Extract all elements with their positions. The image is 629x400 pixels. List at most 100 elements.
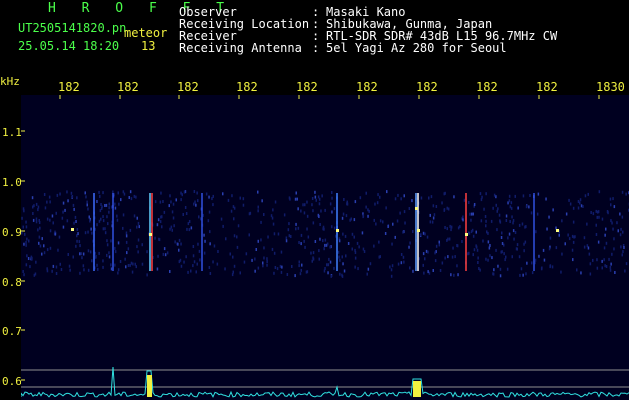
noise-speck xyxy=(470,212,473,216)
noise-speck xyxy=(479,268,481,272)
noise-speck xyxy=(354,256,357,260)
noise-speck xyxy=(482,239,484,243)
noise-speck xyxy=(116,214,118,218)
noise-speck xyxy=(508,232,511,236)
noise-speck xyxy=(31,257,33,261)
noise-speck xyxy=(451,255,454,259)
noise-speck xyxy=(232,205,235,209)
noise-speck xyxy=(480,219,483,223)
noise-speck xyxy=(431,220,434,224)
noise-speck xyxy=(180,242,182,246)
noise-speck xyxy=(71,195,74,198)
noise-speck xyxy=(242,197,245,201)
noise-speck xyxy=(583,245,586,249)
noise-speck xyxy=(497,264,499,268)
noise-speck xyxy=(137,250,139,254)
noise-speck xyxy=(397,262,400,266)
noise-speck xyxy=(432,216,435,220)
noise-speck xyxy=(129,228,132,232)
noise-speck xyxy=(342,212,345,216)
noise-speck xyxy=(507,236,509,240)
noise-speck xyxy=(48,195,51,199)
noise-speck xyxy=(122,226,124,230)
noise-speck xyxy=(266,263,268,267)
noise-speck xyxy=(301,263,303,267)
noise-speck xyxy=(311,197,314,200)
noise-speck xyxy=(25,225,28,229)
noise-speck xyxy=(55,211,57,215)
noise-speck xyxy=(595,209,597,213)
noise-speck xyxy=(324,243,326,247)
noise-speck xyxy=(261,199,263,203)
noise-speck xyxy=(233,217,235,221)
noise-speck xyxy=(565,212,568,216)
noise-speck xyxy=(603,258,605,262)
noise-speck xyxy=(424,232,426,236)
noise-speck xyxy=(295,222,297,226)
noise-speck xyxy=(32,212,34,215)
noise-speck xyxy=(478,267,480,270)
spectrogram-plot xyxy=(21,95,629,400)
noise-speck xyxy=(614,271,616,274)
noise-speck xyxy=(454,255,456,259)
noise-speck xyxy=(377,193,379,197)
noise-speck xyxy=(136,245,138,249)
noise-speck xyxy=(118,202,120,206)
peak-marker xyxy=(413,381,421,397)
noise-speck xyxy=(529,194,531,197)
noise-speck xyxy=(450,225,453,229)
noise-speck xyxy=(472,234,475,238)
noise-speck xyxy=(184,206,187,209)
x-tick-label: 182 xyxy=(177,80,199,94)
noise-speck xyxy=(114,263,116,267)
noise-speck xyxy=(323,227,325,231)
noise-speck xyxy=(362,214,365,218)
noise-speck xyxy=(74,215,77,219)
noise-speck xyxy=(511,215,513,219)
noise-speck xyxy=(21,231,23,235)
noise-speck xyxy=(434,251,436,255)
noise-speck xyxy=(384,232,387,235)
noise-speck xyxy=(621,190,624,194)
noise-speck xyxy=(498,213,501,217)
noise-speck xyxy=(402,255,405,259)
noise-speck xyxy=(146,273,148,277)
noise-speck xyxy=(320,209,322,213)
noise-speck xyxy=(49,229,52,233)
noise-speck xyxy=(287,228,290,232)
noise-speck xyxy=(33,204,35,208)
noise-speck xyxy=(567,233,569,237)
noise-speck xyxy=(157,254,159,258)
noise-speck xyxy=(616,221,618,225)
noise-speck xyxy=(172,216,175,220)
noise-speck xyxy=(367,214,369,218)
noise-speck xyxy=(290,235,292,238)
noise-speck xyxy=(621,215,624,219)
noise-speck xyxy=(328,257,330,261)
noise-speck xyxy=(485,224,487,228)
noise-speck xyxy=(99,194,101,198)
noise-speck xyxy=(435,205,438,208)
noise-speck xyxy=(329,260,332,264)
noise-speck xyxy=(104,227,106,231)
noise-speck xyxy=(501,242,504,245)
noise-speck xyxy=(159,200,162,204)
noise-speck xyxy=(501,231,503,235)
noise-speck xyxy=(531,261,533,265)
noise-speck xyxy=(130,261,133,265)
noise-speck xyxy=(403,260,405,264)
noise-speck xyxy=(580,204,583,208)
noise-speck xyxy=(568,237,571,241)
noise-speck xyxy=(175,198,177,202)
noise-speck xyxy=(422,263,424,267)
noise-speck xyxy=(321,194,323,198)
noise-speck xyxy=(428,196,430,200)
noise-speck xyxy=(298,241,300,244)
noise-speck xyxy=(84,191,86,195)
noise-speck xyxy=(22,225,24,229)
noise-speck xyxy=(514,231,517,234)
signal-dot xyxy=(71,228,74,231)
noise-speck xyxy=(114,202,116,206)
noise-speck xyxy=(438,243,441,247)
noise-speck xyxy=(88,215,90,219)
